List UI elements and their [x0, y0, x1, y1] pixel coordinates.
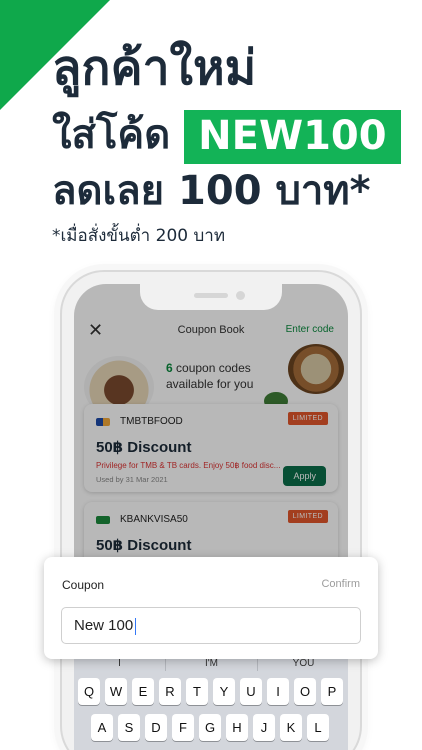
coupon-field-label: Coupon — [62, 578, 105, 592]
key[interactable]: A — [91, 714, 113, 741]
key[interactable]: L — [307, 714, 329, 741]
key[interactable]: F — [172, 714, 194, 741]
key[interactable]: D — [145, 714, 167, 741]
headline-discount: ลดเลย 100 บาท* — [52, 168, 371, 214]
key[interactable]: R — [159, 678, 181, 705]
key[interactable]: J — [253, 714, 275, 741]
suggestion-item[interactable]: I — [74, 658, 165, 669]
key[interactable]: O — [294, 678, 316, 705]
phone-camera — [236, 291, 245, 300]
key[interactable]: E — [132, 678, 154, 705]
keyboard: I I'M YOU Q W E R T Y U I O P A S D F G … — [74, 652, 348, 750]
key[interactable]: I — [267, 678, 289, 705]
key[interactable]: H — [226, 714, 248, 741]
key[interactable]: K — [280, 714, 302, 741]
headline-enter-code: ใส่โค้ด NEW100 — [52, 102, 401, 166]
key[interactable]: Q — [78, 678, 100, 705]
key[interactable]: W — [105, 678, 127, 705]
key[interactable]: G — [199, 714, 221, 741]
key[interactable]: S — [118, 714, 140, 741]
headline-new-customer: ลูกค้าใหม่ — [52, 40, 257, 96]
coupon-dialog: Coupon Confirm New 100 — [44, 557, 378, 659]
coupon-input-value: New 100 — [74, 617, 134, 634]
phone-speaker — [194, 293, 228, 298]
coupon-input[interactable]: New 100 — [61, 607, 361, 644]
key[interactable]: T — [186, 678, 208, 705]
key[interactable]: Y — [213, 678, 235, 705]
headline-enter-code-text: ใส่โค้ด — [52, 112, 171, 158]
promo-code-box: NEW100 — [184, 110, 401, 164]
key[interactable]: P — [321, 678, 343, 705]
suggestion-item[interactable]: YOU — [258, 658, 348, 669]
footnote: *เมื่อสั่งขั้นต่ำ 200 บาท — [52, 226, 226, 246]
key[interactable]: U — [240, 678, 262, 705]
phone-screen: ✕ Coupon Book Enter code 6 coupon codes … — [74, 284, 348, 750]
text-caret — [135, 617, 137, 635]
confirm-button[interactable]: Confirm — [321, 578, 360, 590]
suggestion-item[interactable]: I'M — [166, 658, 257, 669]
